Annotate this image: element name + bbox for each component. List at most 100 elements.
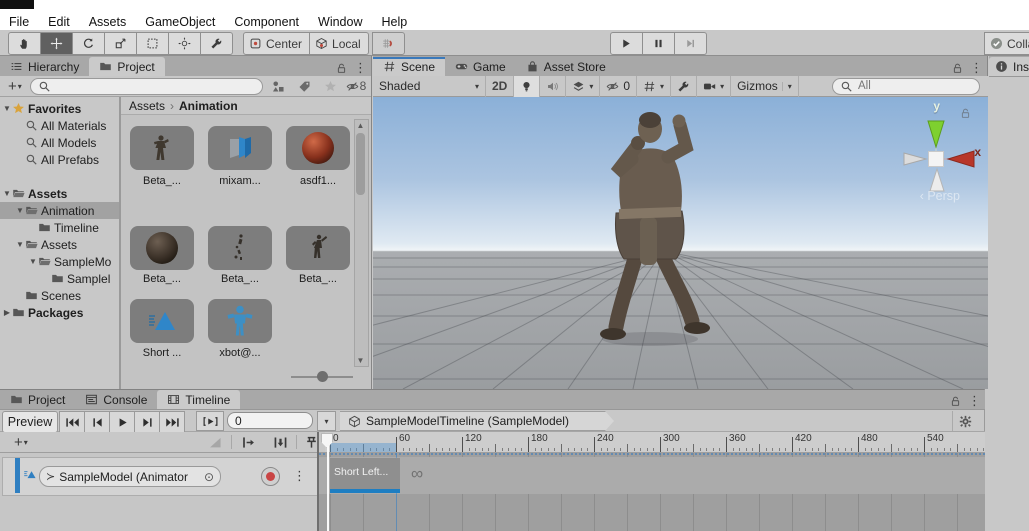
tree-expander-icon[interactable]: ▼ [2, 104, 12, 113]
tab-timeline[interactable]: Timeline [157, 390, 241, 409]
scroll-up-icon[interactable]: ▲ [355, 121, 366, 130]
perspective-mode-label[interactable]: ‹ Persp [920, 189, 960, 203]
asset-item-beta[interactable] [130, 226, 194, 270]
tab-inspector[interactable]: Insp [989, 57, 1029, 76]
play-range-toggle[interactable] [196, 411, 224, 431]
search-by-label-button[interactable] [293, 78, 315, 95]
gizmo-z-axis[interactable] [929, 167, 945, 192]
asset-item-beta[interactable] [208, 226, 272, 270]
tree-item-animation[interactable]: ▼ Animation [0, 202, 119, 219]
asset-item-short[interactable] [130, 299, 194, 343]
play-button[interactable] [610, 32, 643, 55]
rotate-tool-button[interactable] [73, 32, 105, 55]
asset-item-beta[interactable] [130, 126, 194, 170]
add-track-button[interactable]: + ▾ [10, 434, 32, 451]
kebab-menu-icon[interactable]: ⋮ [970, 60, 983, 76]
clips-area[interactable]: Short Left... ∞ [319, 453, 985, 531]
breadcrumb-root[interactable]: Assets [129, 99, 165, 113]
animation-track-header[interactable]: ≻ SampleModel (Animator ⊙ ⋮ [2, 457, 318, 496]
menu-help[interactable]: Help [381, 15, 407, 29]
asset-grid-scrollbar[interactable]: ▲ ▼ [354, 119, 369, 367]
gizmo-x-axis[interactable] [946, 150, 975, 168]
create-asset-button[interactable]: + ▾ [4, 78, 26, 95]
preview-toggle[interactable]: Preview [2, 411, 58, 433]
tree-item-all-prefabs[interactable]: All Prefabs [0, 151, 119, 168]
hand-tool-button[interactable] [8, 32, 41, 55]
handle-space-button[interactable]: Local [310, 32, 369, 55]
scene-visibility-toggle[interactable]: 0 [600, 75, 638, 97]
tree-expander-icon[interactable]: ▼ [15, 206, 25, 215]
tree-expander-icon[interactable]: ▼ [15, 240, 25, 249]
scene-viewport[interactable]: y x ‹ Persp [373, 97, 988, 389]
curves-view-toggle[interactable] [199, 432, 231, 452]
replace-mode-button[interactable] [297, 432, 325, 452]
custom-tools-tool-button[interactable] [201, 32, 233, 55]
gizmos-dropdown[interactable]: Gizmos ▾ [731, 75, 799, 97]
timeline-ruler[interactable]: 0 60 120 180 240 300 360 420 480 540 [325, 432, 985, 453]
current-frame-field[interactable]: 0 [227, 412, 313, 429]
track-kebab-menu-icon[interactable]: ⋮ [293, 468, 306, 484]
tree-item-all-materials[interactable]: All Materials [0, 117, 119, 134]
gizmo-center-cube[interactable] [928, 151, 944, 167]
mix-mode-button[interactable] [232, 432, 264, 452]
animation-clip[interactable]: Short Left... [330, 458, 400, 493]
menu-component[interactable]: Component [234, 15, 299, 29]
draw-mode-dropdown[interactable]: Shaded ▾ [373, 75, 486, 97]
ripple-mode-button[interactable] [264, 432, 296, 452]
audio-toggle[interactable] [540, 75, 567, 97]
lock-icon[interactable] [335, 62, 348, 75]
breadcrumb-current[interactable]: Animation [179, 99, 238, 113]
project-search-input[interactable] [29, 77, 263, 95]
previous-frame-button[interactable] [85, 411, 110, 433]
collab-button[interactable]: Colla [984, 32, 1029, 55]
tab-console[interactable]: Console [75, 390, 157, 409]
menu-gameobject[interactable]: GameObject [145, 15, 215, 29]
lock-icon[interactable] [949, 395, 962, 408]
playhead-line[interactable] [327, 446, 329, 531]
grid-snap-toggle[interactable] [372, 32, 405, 55]
tab-asset-store[interactable]: Asset Store [516, 57, 616, 76]
hidden-count-button[interactable]: 8 [345, 78, 367, 95]
effects-dropdown[interactable]: ▾ [566, 75, 601, 97]
tab-project[interactable]: Project [89, 57, 165, 76]
pivot-mode-button[interactable]: Center [243, 32, 311, 55]
search-by-type-button[interactable] [267, 78, 289, 95]
asset-item-asdf1[interactable] [286, 126, 350, 170]
rect-tool-button[interactable] [137, 32, 169, 55]
lock-icon[interactable] [951, 62, 964, 75]
camera-settings-dropdown[interactable]: ▾ [697, 75, 732, 97]
menu-window[interactable]: Window [318, 15, 362, 29]
tab-project[interactable]: Project [0, 390, 75, 409]
gizmo-y-axis[interactable] [927, 120, 945, 149]
lock-icon[interactable] [959, 107, 972, 123]
lighting-toggle[interactable] [514, 75, 541, 97]
tree-item-scenes[interactable]: Scenes [0, 287, 119, 304]
tab-scene[interactable]: Scene [373, 57, 446, 76]
component-tools-button[interactable] [671, 75, 698, 97]
kebab-menu-icon[interactable]: ⋮ [354, 60, 367, 76]
thumbnail-size-slider-thumb[interactable] [317, 371, 328, 382]
menu-file[interactable]: File [9, 15, 29, 29]
scroll-down-icon[interactable]: ▼ [355, 356, 366, 365]
asset-item-beta[interactable] [286, 226, 350, 270]
tree-item-assets[interactable]: ▼ Assets [0, 185, 119, 202]
tree-expander-icon[interactable]: ▼ [2, 189, 12, 198]
timeline-settings-button[interactable] [952, 411, 978, 431]
universal-tool-button[interactable] [169, 32, 201, 55]
tree-item-assets[interactable]: ▼ Assets [0, 236, 119, 253]
tree-item-timeline[interactable]: Timeline [0, 219, 119, 236]
tree-expander-icon[interactable]: ▼ [28, 257, 38, 266]
next-frame-button[interactable] [135, 411, 160, 433]
tree-item-favorites[interactable]: ▼ Favorites [0, 100, 119, 117]
save-search-button[interactable] [319, 78, 341, 95]
scale-tool-button[interactable] [105, 32, 137, 55]
gizmo-neg-x-axis[interactable] [903, 152, 928, 166]
grid-settings-dropdown[interactable]: ▾ [637, 75, 672, 97]
asset-item-xbot[interactable] [208, 299, 272, 343]
step-button[interactable] [675, 32, 707, 55]
scene-search-input[interactable]: All [832, 77, 980, 95]
go-to-end-button[interactable] [160, 411, 185, 433]
menu-assets[interactable]: Assets [89, 15, 127, 29]
record-toggle[interactable] [261, 467, 280, 486]
tree-item-all-models[interactable]: All Models [0, 134, 119, 151]
